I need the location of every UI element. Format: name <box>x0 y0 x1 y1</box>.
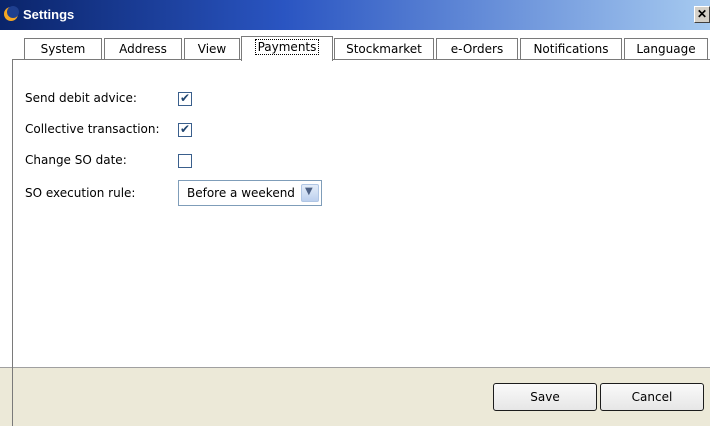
panel-border <box>12 367 13 426</box>
send-debit-advice-checkbox[interactable]: ✔ <box>178 91 192 106</box>
collective-transaction-label: Collective transaction: <box>25 122 160 136</box>
send-debit-advice-label: Send debit advice: <box>25 91 137 105</box>
collective-transaction-checkbox[interactable]: ✔ <box>178 122 192 137</box>
tab-address[interactable]: Address <box>104 38 182 60</box>
change-so-date-label: Change SO date: <box>25 153 127 167</box>
title-bar[interactable]: Settings ✕ <box>0 0 710 30</box>
so-execution-rule-label: SO execution rule: <box>25 186 136 200</box>
check-icon: ✔ <box>180 91 191 105</box>
chevron-down-icon: ▼ <box>305 186 313 197</box>
tab-language[interactable]: Language <box>624 38 708 60</box>
tab-notifications[interactable]: Notifications <box>520 38 622 60</box>
tab-system[interactable]: System <box>24 38 102 60</box>
tab-e-orders[interactable]: e-Orders <box>436 38 518 60</box>
tab-view[interactable]: View <box>184 38 240 60</box>
so-execution-rule-select[interactable]: Before a weekend ▼ <box>178 180 322 206</box>
cancel-button[interactable]: Cancel <box>600 383 704 411</box>
window-title: Settings <box>23 7 75 22</box>
change-so-date-checkbox[interactable] <box>178 154 192 168</box>
dropdown-button[interactable]: ▼ <box>301 184 319 202</box>
select-value: Before a weekend <box>187 186 295 200</box>
app-moon-icon <box>4 6 19 21</box>
check-icon: ✔ <box>180 122 191 136</box>
save-button[interactable]: Save <box>493 383 597 411</box>
payments-panel <box>13 60 710 366</box>
tab-stockmarket[interactable]: Stockmarket <box>334 38 434 60</box>
close-button[interactable]: ✕ <box>694 6 710 23</box>
tab-payments[interactable]: Payments <box>241 36 333 61</box>
settings-window: Settings ✕ System Address View Payments … <box>0 0 710 426</box>
